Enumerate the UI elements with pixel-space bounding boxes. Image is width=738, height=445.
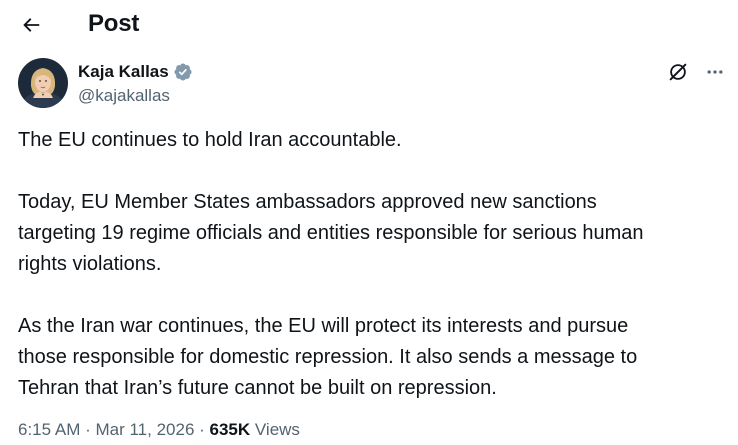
- author-display-name[interactable]: Kaja Kallas: [78, 61, 169, 83]
- author-info: Kaja Kallas @kajakallas: [78, 61, 193, 107]
- grok-icon: [669, 63, 687, 81]
- tweet-time[interactable]: 6:15 AM: [18, 420, 80, 439]
- more-options-icon: [707, 70, 723, 74]
- page-title: Post: [88, 10, 140, 37]
- meta-separator-2: ·: [194, 420, 210, 439]
- tweet-paragraph-3: As the Iran war continues, the EU will p…: [18, 315, 638, 399]
- page-header: Post: [0, 0, 738, 50]
- tweet-paragraph-1: The EU continues to hold Iran accountabl…: [18, 129, 402, 151]
- more-options-button[interactable]: [702, 60, 728, 84]
- avatar-image: [18, 58, 68, 108]
- tweet-date[interactable]: Mar 11, 2026: [95, 420, 194, 439]
- verified-badge-icon[interactable]: [173, 62, 193, 82]
- author-row: Kaja Kallas @kajakallas: [18, 58, 730, 110]
- arrow-left-icon: [23, 18, 40, 32]
- views-label: Views: [250, 420, 300, 439]
- grok-button[interactable]: [666, 60, 690, 84]
- tweet-text: The EU continues to hold Iran accountabl…: [18, 125, 730, 404]
- meta-separator: ·: [80, 420, 96, 439]
- tweet-paragraph-2: Today, EU Member States ambassadors appr…: [18, 191, 644, 275]
- avatar[interactable]: [18, 58, 68, 108]
- back-button[interactable]: [14, 8, 48, 42]
- author-handle[interactable]: @kajakallas: [78, 85, 193, 107]
- tweet-meta: 6:15 AM · Mar 11, 2026 · 635K Views: [18, 419, 300, 441]
- views-count[interactable]: 635K: [210, 420, 251, 439]
